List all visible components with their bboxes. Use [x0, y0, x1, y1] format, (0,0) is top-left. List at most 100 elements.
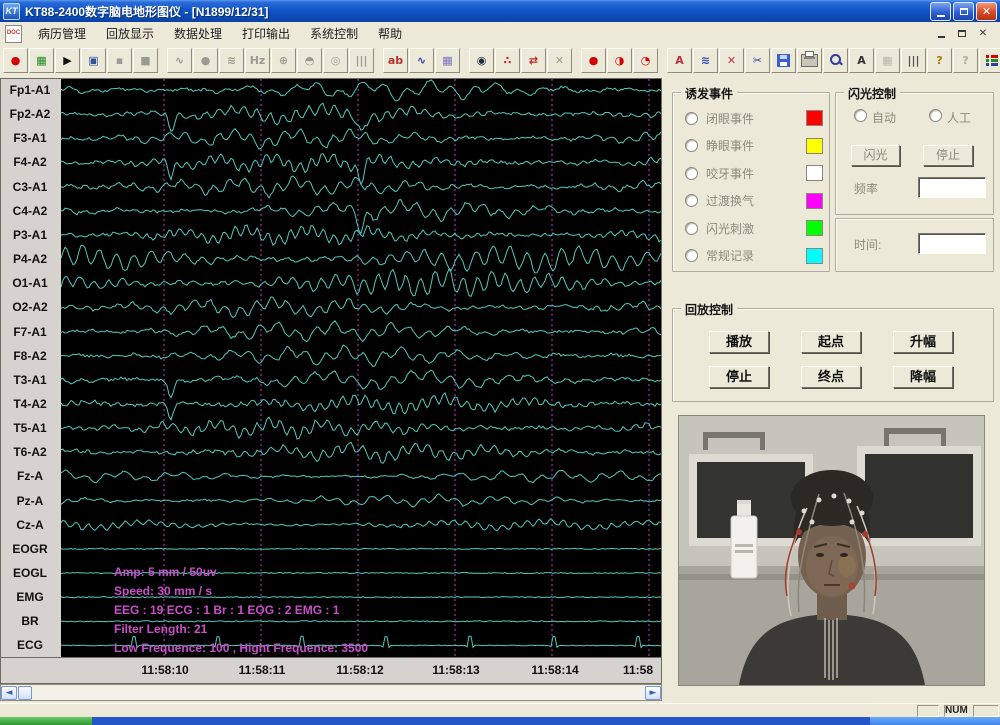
close-button[interactable]: ✕: [976, 2, 997, 21]
eeg-trace-Fz-A: [61, 470, 661, 483]
playback-control-title: 回放控制: [681, 301, 737, 318]
amp-down-button[interactable]: 降幅: [893, 366, 953, 388]
monitor-view-icon[interactable]: ▣: [81, 48, 106, 73]
mdi-close-button[interactable]: ✕: [976, 27, 990, 40]
arrows-swap-icon[interactable]: ⇄: [521, 48, 546, 73]
mdi-minimize-button[interactable]: [934, 27, 948, 40]
auto-label: 自动: [872, 109, 896, 126]
event-radio-4[interactable]: [685, 222, 698, 235]
horizontal-scrollbar[interactable]: ◄ ►: [0, 684, 662, 701]
event-label-1: 睁眼事件: [706, 137, 806, 154]
color-swatch-5: [806, 248, 823, 264]
eeg-trace-C3-A1: [61, 176, 661, 198]
event-radio-2[interactable]: [685, 167, 698, 180]
time-label-5: 11:58: [623, 663, 653, 677]
time-input[interactable]: [918, 233, 986, 254]
event-radio-0[interactable]: [685, 112, 698, 125]
play-icon[interactable]: ▶: [55, 48, 80, 73]
channel-label-Cz-A: Cz-A: [1, 518, 59, 533]
save-icon[interactable]: [771, 48, 796, 73]
start-button[interactable]: [0, 717, 92, 725]
wave-mark-icon[interactable]: ∿: [409, 48, 434, 73]
swap-x-icon[interactable]: ✕: [719, 48, 744, 73]
circle-full-icon[interactable]: ●: [581, 48, 606, 73]
taskbar-tray: [870, 717, 1000, 725]
flash-button[interactable]: 闪光: [851, 145, 900, 166]
eeg-trace-Cz-A: [61, 519, 661, 531]
eeg-trace-O1-A1: [61, 269, 661, 296]
stop-large-icon: ■: [133, 48, 158, 73]
annotation-abc-icon[interactable]: ab: [383, 48, 408, 73]
amp-up-button[interactable]: 升幅: [893, 331, 953, 353]
channel-label-EMG: EMG: [1, 590, 59, 605]
eeg-trace-Fp1-A1: [61, 80, 661, 101]
help-context-icon: ?: [953, 48, 978, 73]
matrix-grid-icon[interactable]: ▦: [435, 48, 460, 73]
radio-auto[interactable]: [854, 109, 867, 122]
circle-half-icon[interactable]: ◑: [607, 48, 632, 73]
montage-layers-icon[interactable]: ▦: [29, 48, 54, 73]
scroll-left-icon[interactable]: ◄: [1, 686, 17, 700]
minimize-button[interactable]: [930, 2, 951, 21]
eeg-trace-F7-A1: [61, 321, 661, 342]
help-icon[interactable]: ?: [927, 48, 952, 73]
restore-button[interactable]: [953, 2, 974, 21]
menu-item-5[interactable]: 帮助: [368, 22, 412, 45]
menu-item-2[interactable]: 数据处理: [164, 22, 232, 45]
font-grid-icon[interactable]: A: [849, 48, 874, 73]
record-icon[interactable]: ●: [3, 48, 28, 73]
eeg-trace-P3-A1: [61, 225, 661, 245]
channel-label-Pz-A: Pz-A: [1, 494, 59, 509]
eeg-trace-F3-A1: [61, 129, 661, 149]
play-button[interactable]: 播放: [709, 331, 769, 353]
color-swatch-0: [806, 110, 823, 126]
eeg-trace-P4-A2: [61, 246, 661, 273]
frequency-input[interactable]: [918, 177, 986, 198]
menu-item-0[interactable]: 病历管理: [28, 22, 96, 45]
eeg-trace-Pz-A: [61, 494, 661, 507]
cut-wave-icon[interactable]: ✂: [745, 48, 770, 73]
frequency-label: 频率: [854, 180, 878, 197]
topo-circle-icon: ●: [193, 48, 218, 73]
start-point-button[interactable]: 起点: [801, 331, 861, 353]
mdi-restore-button[interactable]: [955, 27, 969, 40]
scroll-right-icon[interactable]: ►: [645, 686, 661, 700]
circle-quarter-icon[interactable]: ◔: [633, 48, 658, 73]
channel-colors-icon[interactable]: [979, 48, 1000, 73]
event-label-0: 闭眼事件: [706, 110, 806, 127]
stop-button[interactable]: 停止: [709, 366, 769, 388]
event-radio-5[interactable]: [685, 249, 698, 262]
end-point-button[interactable]: 终点: [801, 366, 861, 388]
window-title: KT88-2400数字脑电地形图仪 - [N1899/12/31]: [25, 3, 930, 20]
menu-item-3[interactable]: 打印输出: [232, 22, 300, 45]
flash-stop-button[interactable]: 停止: [923, 145, 973, 166]
channel-label-P3-A1: P3-A1: [1, 228, 59, 243]
radio-manual[interactable]: [929, 109, 942, 122]
event-row-4: 闪光刺激: [685, 216, 823, 240]
channel-label-O2-A2: O2-A2: [1, 300, 59, 315]
letter-a-icon[interactable]: A: [667, 48, 692, 73]
compressed-spectrum-icon: ≋: [219, 48, 244, 73]
bars-vertical-icon[interactable]: |||: [901, 48, 926, 73]
channel-label-EOGL: EOGL: [1, 566, 59, 581]
zoom-icon[interactable]: [823, 48, 848, 73]
toolbar: ●▦▶▣▪■∿●≋Hz⊕◓◎|||ab∿▦◉∴⇄✕●◑◔A≋✕✂A▦|||??▼…: [0, 45, 1000, 75]
event-row-1: 睁眼事件: [685, 134, 823, 158]
channel-label-P4-A2: P4-A2: [1, 252, 59, 267]
taskbar: [0, 717, 1000, 725]
eeg-trace-T3-A1: [61, 370, 661, 397]
menu-item-1[interactable]: 回放显示: [96, 22, 164, 45]
sort-waves-icon[interactable]: ≋: [693, 48, 718, 73]
event-radio-1[interactable]: [685, 139, 698, 152]
app-window: KT KT88-2400数字脑电地形图仪 - [N1899/12/31] ✕ D…: [0, 0, 1000, 725]
color-swatch-1: [806, 138, 823, 154]
video-camera-icon[interactable]: ◉: [469, 48, 494, 73]
scrollbar-thumb[interactable]: [18, 686, 32, 700]
print-icon[interactable]: [797, 48, 822, 73]
channel-label-F4-A2: F4-A2: [1, 155, 59, 170]
event-row-5: 常规记录: [685, 244, 823, 268]
event-dots-icon[interactable]: ∴: [495, 48, 520, 73]
event-radio-3[interactable]: [685, 194, 698, 207]
event-row-2: 咬牙事件: [685, 161, 823, 185]
menu-item-4[interactable]: 系统控制: [300, 22, 368, 45]
